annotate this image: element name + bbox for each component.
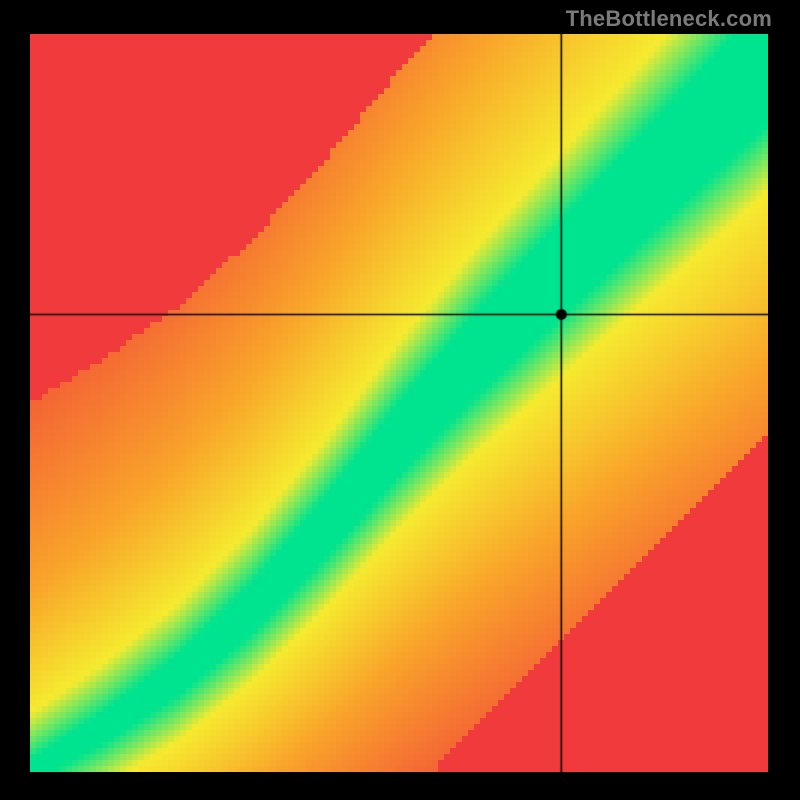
- chart-root: TheBottleneck.com: [0, 0, 800, 800]
- watermark-text: TheBottleneck.com: [566, 6, 772, 32]
- crosshair-overlay: [30, 34, 768, 772]
